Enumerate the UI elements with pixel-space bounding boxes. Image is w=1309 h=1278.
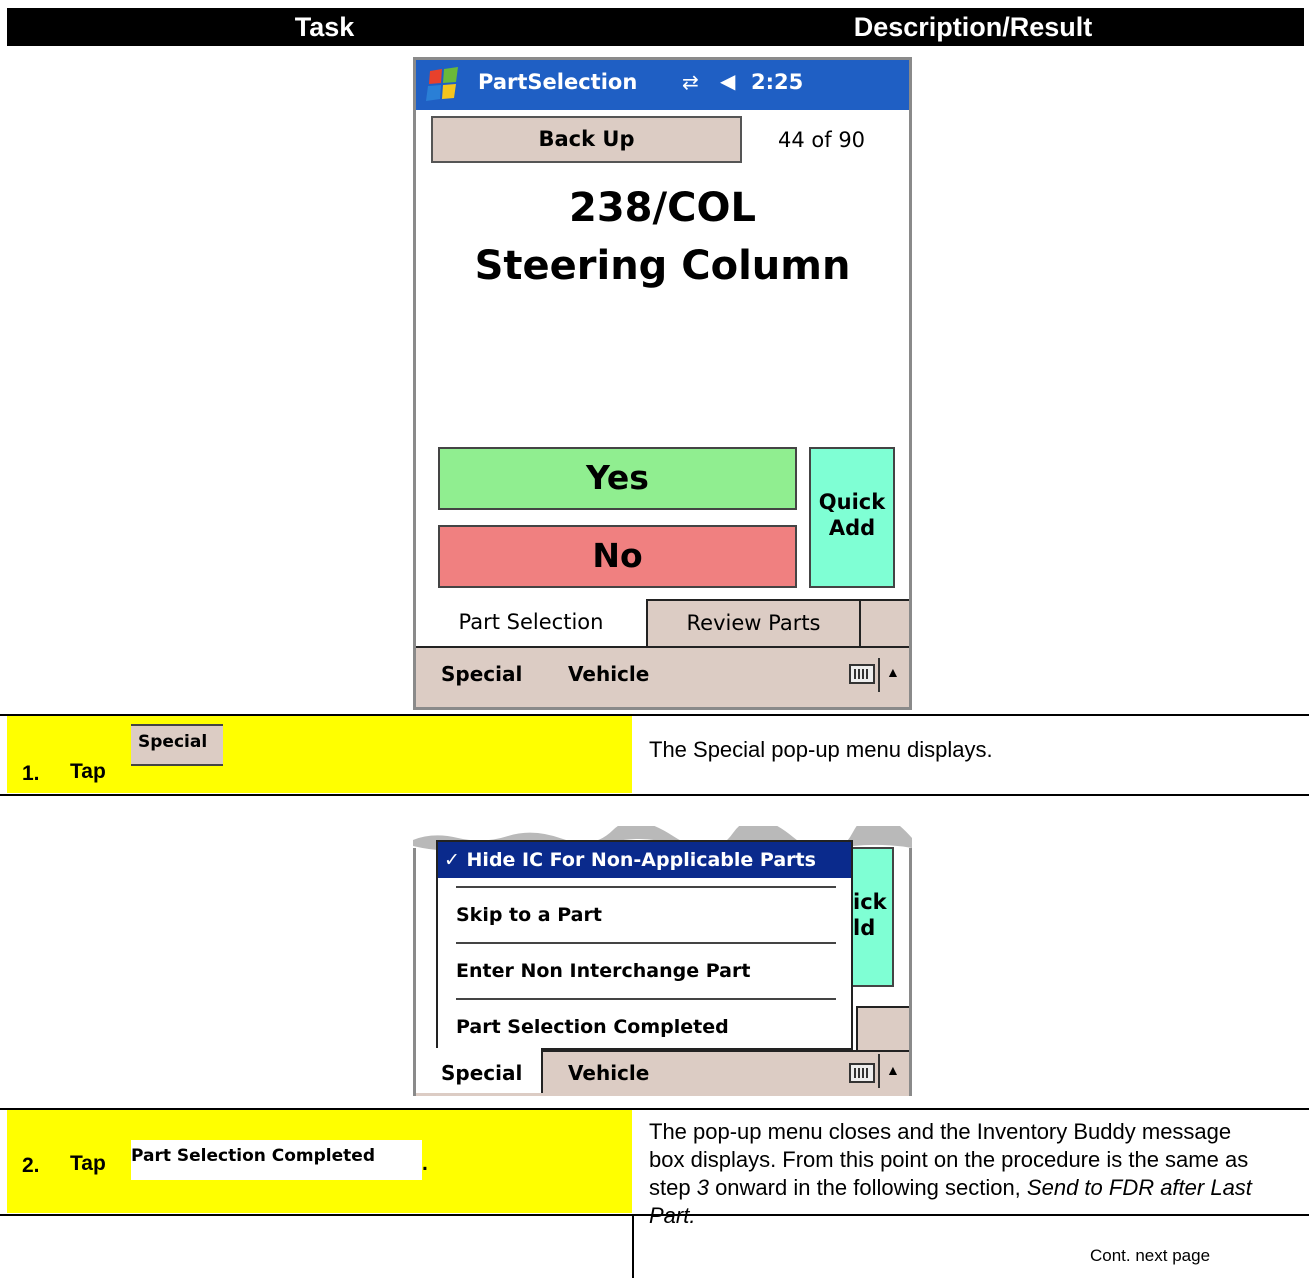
continued-note: Cont. next page <box>1090 1246 1211 1265</box>
step2-part-selection-completed-chip: Part Selection Completed <box>131 1140 422 1180</box>
app-title: PartSelection <box>478 70 638 94</box>
quick-fragment-line1: ick <box>853 890 887 914</box>
part-code: 238/COL <box>569 185 756 231</box>
header-description: Description/Result <box>853 12 1093 42</box>
step2-period: . <box>422 1152 428 1175</box>
menu-separator <box>878 1054 880 1088</box>
header-task: Task <box>294 12 355 42</box>
menu-vehicle[interactable]: Vehicle <box>568 662 649 686</box>
tab-overflow <box>861 599 909 646</box>
menu-special[interactable]: Special <box>441 662 522 686</box>
menu-item-part-selection-completed[interactable]: Part Selection Completed <box>456 1016 836 1038</box>
menu-separator <box>456 998 836 1000</box>
keyboard-icon[interactable] <box>849 1063 875 1083</box>
quick-fragment-line2: ld <box>853 916 876 940</box>
step2-tap-label: Tap <box>70 1152 106 1175</box>
sip-arrow-up-icon[interactable]: ▲ <box>886 1062 900 1078</box>
quick-add-button-partial[interactable]: ick ld <box>851 847 894 987</box>
step2-result: The pop-up menu closes and the Inventory… <box>649 1118 1259 1230</box>
yes-button[interactable]: Yes <box>438 447 797 510</box>
menu-separator <box>878 658 880 692</box>
part-counter: 44 of 90 <box>778 128 866 152</box>
step2-result-step: 3 <box>696 1175 709 1200</box>
menu-separator <box>456 886 836 888</box>
clock[interactable]: 2:25 <box>751 70 803 94</box>
menu-item-hide-ic[interactable]: ✓ Hide IC For Non-Applicable Parts <box>438 842 851 878</box>
sip-arrow-up-icon[interactable]: ▲ <box>886 664 900 680</box>
special-popup-menu: ✓ Hide IC For Non-Applicable Parts Skip … <box>436 840 853 1050</box>
back-up-button[interactable]: Back Up <box>431 116 742 163</box>
step2-number: 2. <box>22 1154 40 1177</box>
column-divider <box>632 1216 634 1278</box>
keyboard-icon[interactable] <box>849 664 875 684</box>
quick-add-label-line1: Quick <box>818 490 886 514</box>
windows-start-icon[interactable] <box>424 67 462 103</box>
quick-add-label-line2: Add <box>828 516 876 540</box>
menu-special[interactable]: Special <box>441 1061 522 1085</box>
device-screenshot-part-selection: PartSelection ⇄ ◀︎ 2:25 Back Up 44 of 90… <box>413 57 912 710</box>
speaker-icon[interactable]: ◀︎ <box>720 69 735 93</box>
tab-review-parts[interactable]: Review Parts <box>648 599 861 646</box>
step1-special-chip: Special <box>131 724 223 766</box>
step1-result: The Special pop-up menu displays. <box>649 737 993 762</box>
tab-strip-edge <box>856 1006 909 1050</box>
row-divider <box>0 794 1309 796</box>
step1-tap-label: Tap <box>70 760 106 783</box>
menu-separator <box>456 942 836 944</box>
menu-item-enter-non-interchange[interactable]: Enter Non Interchange Part <box>456 960 836 982</box>
no-button[interactable]: No <box>438 525 797 588</box>
step1-number: 1. <box>22 762 40 785</box>
quick-add-button[interactable]: Quick Add <box>809 447 895 588</box>
menu-vehicle[interactable]: Vehicle <box>568 1061 649 1085</box>
title-bar: PartSelection ⇄ ◀︎ 2:25 <box>416 60 909 110</box>
step2-result-text2: onward in the following section, <box>708 1175 1027 1200</box>
device-screenshot-special-menu: ick ld ✓ Hide IC For Non-Applicable Part… <box>413 826 912 1096</box>
connectivity-icon[interactable]: ⇄ <box>682 70 699 94</box>
tab-part-selection[interactable]: Part Selection <box>416 599 648 646</box>
part-name: Steering Column <box>474 243 851 289</box>
menu-item-skip-to-part[interactable]: Skip to a Part <box>456 904 836 926</box>
